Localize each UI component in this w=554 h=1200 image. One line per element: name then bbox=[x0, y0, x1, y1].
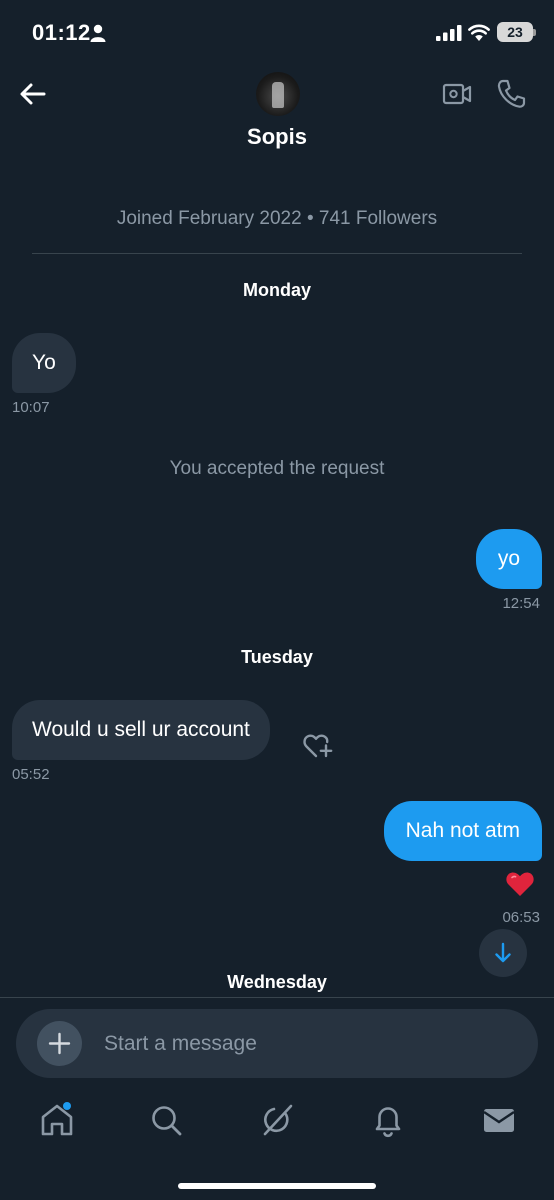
profile-info: Joined February 2022 • 741 Followers bbox=[116, 208, 438, 229]
voice-message-icon[interactable] bbox=[486, 1028, 516, 1058]
message-input[interactable] bbox=[104, 1030, 464, 1058]
add-media-button[interactable] bbox=[37, 1021, 82, 1066]
grok-icon[interactable] bbox=[257, 1100, 297, 1140]
message-time: 05:52 bbox=[12, 766, 50, 783]
day-separator: Monday bbox=[242, 280, 311, 300]
day-separator: Tuesday bbox=[241, 647, 313, 667]
wifi-icon bbox=[468, 24, 490, 41]
arrow-down-icon bbox=[495, 942, 511, 963]
system-message: You accepted the request bbox=[169, 458, 385, 479]
back-arrow-icon[interactable] bbox=[16, 78, 50, 110]
incoming-message[interactable]: Yo bbox=[12, 333, 76, 393]
add-reaction-icon[interactable] bbox=[302, 730, 334, 760]
message-time: 06:53 bbox=[502, 909, 540, 926]
battery-indicator: 23 bbox=[497, 22, 536, 42]
message-time: 10:07 bbox=[12, 399, 50, 416]
notifications-icon[interactable] bbox=[368, 1100, 408, 1140]
home-icon[interactable] bbox=[37, 1100, 77, 1140]
phone-call-icon[interactable] bbox=[496, 78, 526, 110]
outgoing-message[interactable]: yo bbox=[475, 529, 542, 589]
scroll-down-button[interactable] bbox=[479, 929, 527, 977]
status-time: 01:12 bbox=[32, 20, 91, 45]
cellular-signal-icon bbox=[436, 25, 462, 41]
plus-icon bbox=[48, 1032, 71, 1055]
heart-reaction-icon[interactable] bbox=[505, 870, 535, 898]
search-icon[interactable] bbox=[146, 1100, 186, 1140]
message-time: 12:54 bbox=[502, 595, 540, 612]
contact-name[interactable]: Sopis bbox=[0, 124, 554, 150]
avatar[interactable] bbox=[256, 72, 300, 116]
day-separator: Wednesday bbox=[227, 972, 327, 992]
messages-icon[interactable] bbox=[479, 1100, 519, 1140]
incoming-message[interactable]: Would u sell ur account bbox=[12, 700, 270, 760]
outgoing-message[interactable]: Nah not atm bbox=[383, 801, 542, 861]
divider bbox=[32, 253, 522, 254]
notification-dot bbox=[63, 1102, 71, 1110]
video-call-icon[interactable] bbox=[442, 80, 472, 108]
person-icon bbox=[90, 24, 106, 42]
home-indicator bbox=[178, 1183, 376, 1189]
